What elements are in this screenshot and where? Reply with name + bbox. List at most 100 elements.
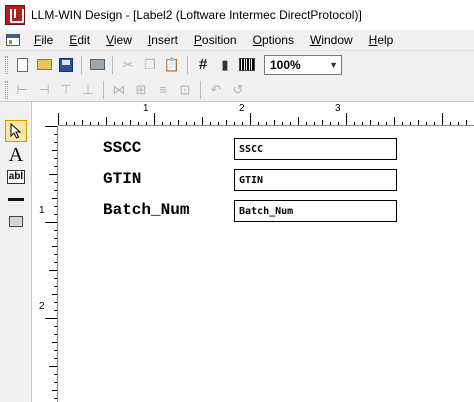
zoom-select[interactable]: 100% ▼ (264, 54, 342, 75)
ruler-tick (226, 120, 227, 125)
copy-button[interactable]: ❐ (139, 54, 161, 76)
title-bar: LLM-WIN Design - [Label2 (Loftware Inter… (0, 0, 474, 30)
paste-button[interactable]: 📋 (161, 54, 183, 76)
sscc-field[interactable]: SSCC (234, 138, 397, 160)
menu-view[interactable]: View (98, 30, 140, 50)
batch-num-field[interactable]: Batch_Num (234, 200, 397, 222)
ruler-tick (394, 117, 395, 125)
align-left-button[interactable]: ⊢ (11, 79, 33, 101)
ruler-number: 3 (335, 103, 341, 114)
menu-file[interactable]: File (26, 30, 61, 50)
ruler-tick (330, 122, 331, 125)
barcode-button[interactable] (236, 54, 258, 76)
menu-edit[interactable]: Edit (61, 30, 98, 50)
line-tool-button[interactable] (5, 188, 27, 210)
undo-button[interactable]: ↺ (227, 79, 249, 101)
align-right-button[interactable]: ⊣ (33, 79, 55, 101)
ruler-tick (66, 122, 67, 125)
device-button[interactable]: ▮ (214, 54, 236, 76)
copy-icon: ❐ (144, 56, 156, 72)
same-size-button[interactable]: ⊡ (174, 79, 196, 101)
ruler-tick (49, 270, 57, 271)
center-vertical-icon: ⊞ (135, 81, 147, 97)
ruler-tick (58, 113, 59, 125)
text-tool-button[interactable]: A (5, 144, 27, 166)
ruler-tick (52, 390, 57, 391)
field-label-gtin[interactable]: GTIN (103, 170, 141, 188)
gtin-field[interactable]: GTIN (234, 169, 397, 191)
app-logo-icon[interactable] (5, 5, 25, 25)
cut-button[interactable]: ✂ (117, 54, 139, 76)
rotate-button[interactable]: ↶ (205, 79, 227, 101)
ruler-tick (410, 122, 411, 125)
align-top-button[interactable]: ⊤ (55, 79, 77, 101)
ruler-tick (162, 122, 163, 125)
field-label-batch-num[interactable]: Batch_Num (103, 201, 189, 219)
ruler-tick (210, 122, 211, 125)
device-icon: ▮ (221, 56, 229, 72)
ruler-tick (54, 166, 57, 167)
ruler-tick (54, 238, 57, 239)
ruler-tick (54, 182, 57, 183)
save-icon (59, 57, 73, 72)
select-tool-button[interactable] (5, 120, 27, 142)
ruler-tick (178, 120, 179, 125)
center-vertical-button[interactable]: ⊞ (130, 79, 152, 101)
ruler-tick (52, 246, 57, 247)
ruler-tick (370, 120, 371, 125)
grid-button[interactable]: # (192, 54, 214, 76)
align-bottom-button[interactable]: ⊥ (77, 79, 99, 101)
open-button[interactable] (33, 54, 55, 76)
ruler-tick (442, 113, 443, 125)
menu-insert[interactable]: Insert (140, 30, 186, 50)
toolbar-separator (187, 55, 188, 74)
field-tool-button[interactable]: abl (5, 166, 27, 188)
alignment-toolbar: ⊢ ⊣ ⊤ ⊥ ⋈ ⊞ ≡ ⊡ ↶ ↺ (0, 78, 474, 102)
tool-palette: A abl (0, 102, 32, 402)
grid-icon: # (198, 56, 208, 73)
document-window-icon[interactable] (6, 34, 20, 46)
ruler-tick (52, 294, 57, 295)
space-evenly-button[interactable]: ≡ (152, 79, 174, 101)
chevron-down-icon: ▼ (329, 59, 338, 70)
print-button[interactable] (86, 54, 108, 76)
ruler-tick (82, 120, 83, 125)
ruler-tick (298, 117, 299, 125)
ruler-tick (346, 113, 347, 125)
barcode-icon (239, 58, 255, 71)
ruler-tick (54, 382, 57, 383)
space-evenly-icon: ≡ (159, 82, 167, 97)
field-label-sscc[interactable]: SSCC (103, 139, 141, 157)
ruler-tick (418, 120, 419, 125)
box-tool-button[interactable] (5, 210, 27, 232)
ruler-tick (250, 113, 251, 125)
ruler-tick (54, 190, 57, 191)
ruler-tick (49, 174, 57, 175)
label-canvas[interactable]: SSCC SSCC GTIN GTIN Batch_Num Batch_Num (59, 127, 474, 402)
standard-toolbar: ✂ ❐ 📋 # ▮ 100% ▼ (0, 50, 474, 78)
ruler-tick (314, 122, 315, 125)
new-button[interactable] (11, 54, 33, 76)
menu-window[interactable]: Window (302, 30, 361, 50)
ruler-tick (52, 198, 57, 199)
text-tool-icon: A (8, 143, 24, 166)
ruler-number: 2 (39, 301, 45, 312)
ruler-tick (378, 122, 379, 125)
menu-options[interactable]: Options (245, 30, 302, 50)
ruler-tick (54, 310, 57, 311)
ruler-tick (266, 122, 267, 125)
save-button[interactable] (55, 54, 77, 76)
ruler-tick (130, 120, 131, 125)
toolbar-separator (103, 80, 104, 99)
ruler-tick (54, 158, 57, 159)
toolbar-grip[interactable] (5, 80, 8, 99)
toolbar-grip[interactable] (5, 55, 8, 74)
ruler-tick (54, 358, 57, 359)
ruler-tick (54, 214, 57, 215)
center-horizontal-button[interactable]: ⋈ (108, 79, 130, 101)
open-icon (36, 59, 52, 70)
ruler-tick (52, 342, 57, 343)
align-bottom-icon: ⊥ (82, 81, 94, 97)
menu-position[interactable]: Position (186, 30, 245, 50)
menu-help[interactable]: Help (361, 30, 402, 50)
